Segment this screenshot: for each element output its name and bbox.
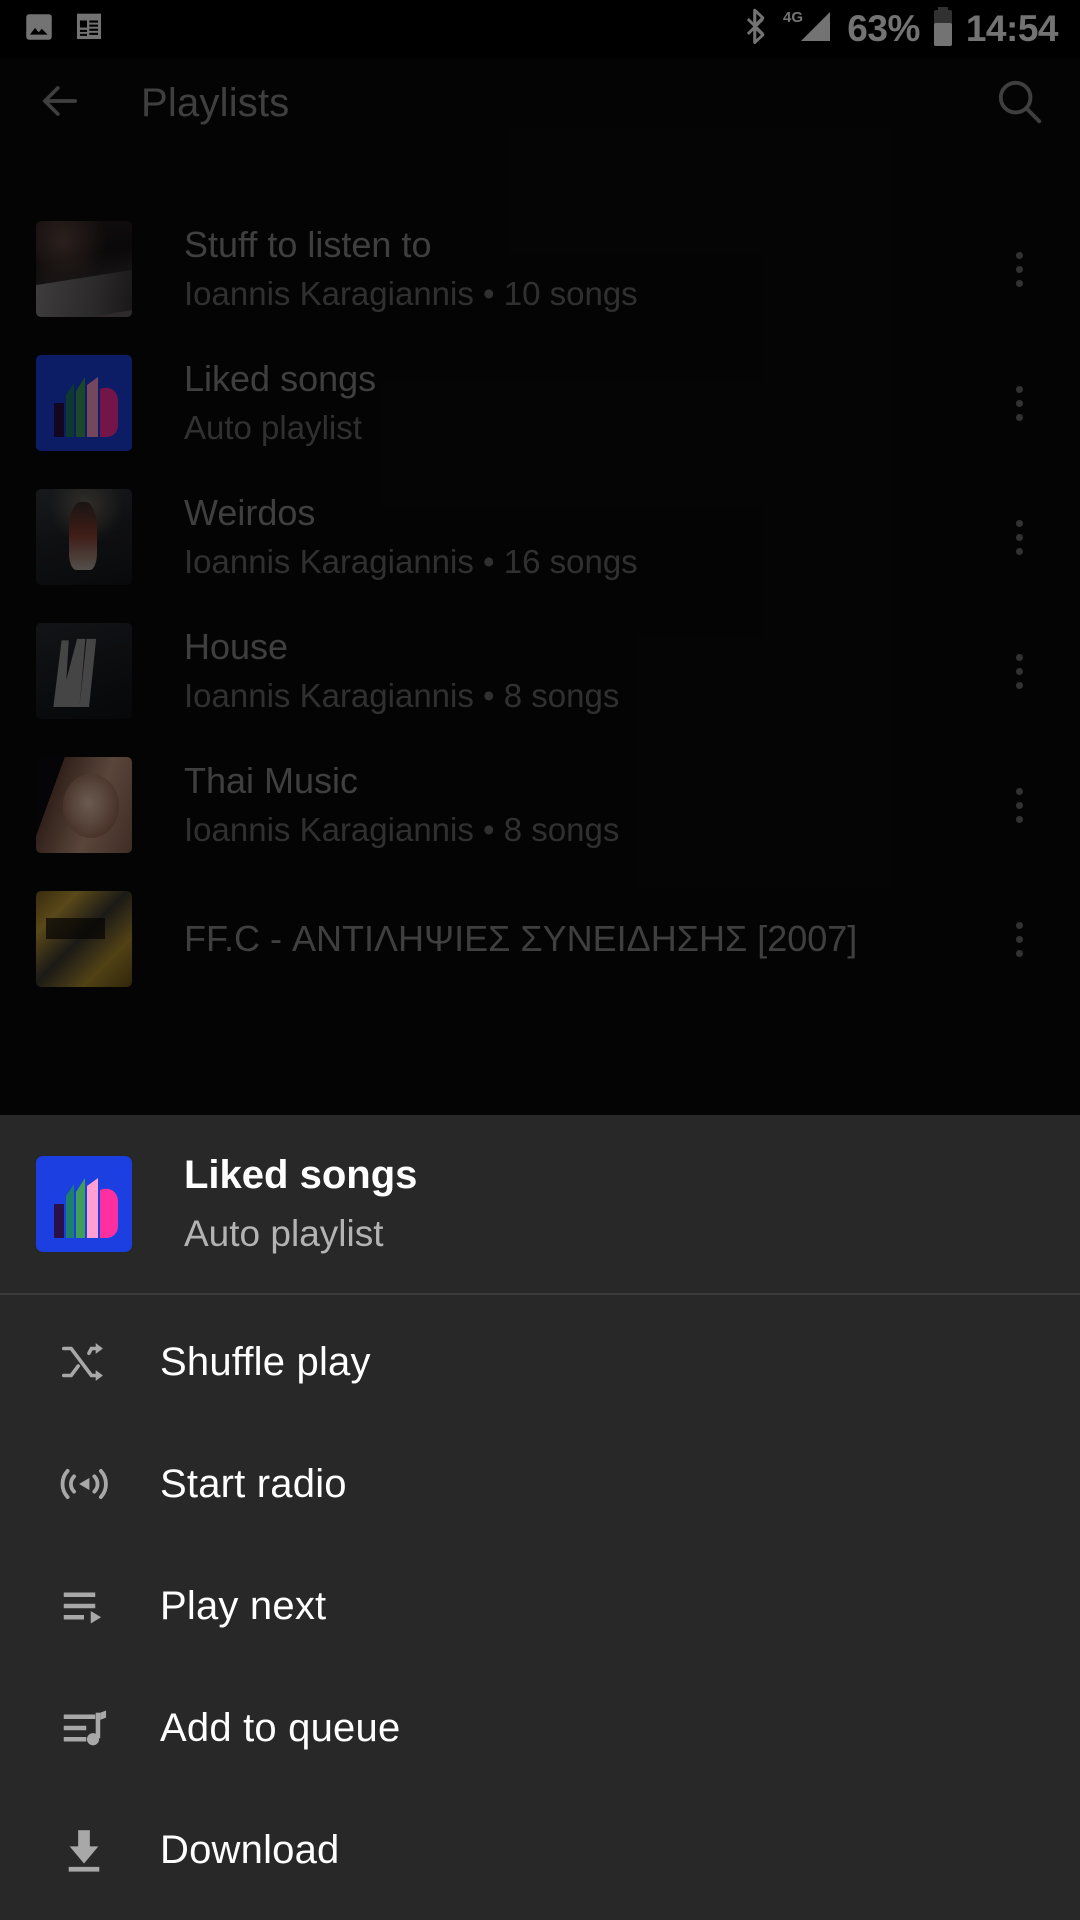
bottom-sheet-header-text: Liked songs Auto playlist bbox=[184, 1151, 417, 1257]
menu-item-play-next[interactable]: Play next bbox=[0, 1545, 1080, 1667]
list-item[interactable]: FF.C - ΑΝΤΙΛΗΨΙΕΣ ΣΥΝΕΙΔΗΣΗΣ [2007] bbox=[0, 872, 1080, 1006]
more-vertical-icon[interactable] bbox=[986, 385, 1052, 421]
playlist-list[interactable]: Stuff to listen to Ioannis Karagiannis •… bbox=[0, 148, 1080, 1148]
playlist-title: Liked songs bbox=[184, 357, 377, 399]
list-item-text: House Ioannis Karagiannis • 8 songs bbox=[184, 625, 986, 718]
shuffle-icon bbox=[36, 1335, 132, 1389]
more-vertical-icon[interactable] bbox=[986, 519, 1052, 555]
more-vertical-icon[interactable] bbox=[986, 251, 1052, 287]
playlist-thumbnail bbox=[36, 355, 132, 451]
battery-icon bbox=[930, 6, 956, 53]
bottom-sheet-header: Liked songs Auto playlist bbox=[0, 1115, 1080, 1293]
image-icon bbox=[22, 10, 56, 49]
playlist-subtitle: Ioannis Karagiannis • 16 songs bbox=[184, 542, 638, 580]
list-item-text: FF.C - ΑΝΤΙΛΗΨΙΕΣ ΣΥΝΕΙΔΗΣΗΣ [2007] bbox=[184, 917, 986, 961]
playlist-subtitle: Ioannis Karagiannis • 8 songs bbox=[184, 810, 620, 848]
list-item-text: Thai Music Ioannis Karagiannis • 8 songs bbox=[184, 759, 986, 852]
svg-text:4G: 4G bbox=[783, 9, 803, 26]
arrow-back-icon[interactable] bbox=[34, 75, 86, 132]
list-item-text: Liked songs Auto playlist bbox=[184, 357, 986, 450]
list-item[interactable]: Thai Music Ioannis Karagiannis • 8 songs bbox=[0, 738, 1080, 872]
status-bar-right-icons: 4G 63% 14:54 bbox=[741, 6, 1059, 53]
playlist-thumbnail bbox=[36, 623, 132, 719]
menu-item-label: Shuffle play bbox=[160, 1339, 371, 1384]
playlist-title: House bbox=[184, 625, 289, 667]
menu-item-download[interactable]: Download bbox=[0, 1789, 1080, 1911]
list-item-text: Weirdos Ioannis Karagiannis • 16 songs bbox=[184, 491, 986, 584]
playlist-title: Thai Music bbox=[184, 759, 359, 801]
list-item[interactable]: House Ioannis Karagiannis • 8 songs bbox=[0, 604, 1080, 738]
battery-percent-label: 63% bbox=[847, 8, 920, 49]
bottom-sheet-subtitle: Auto playlist bbox=[184, 1212, 384, 1254]
playlist-title: FF.C - ΑΝΤΙΛΗΨΙΕΣ ΣΥΝΕΙΔΗΣΗΣ [2007] bbox=[184, 918, 858, 960]
signal-4g-icon: 4G bbox=[781, 7, 837, 52]
clock-label: 14:54 bbox=[965, 8, 1059, 49]
menu-item-label: Download bbox=[160, 1827, 340, 1872]
add-to-queue-icon bbox=[36, 1701, 132, 1755]
app-toolbar: Playlists bbox=[0, 58, 1080, 148]
list-item[interactable]: Stuff to listen to Ioannis Karagiannis •… bbox=[0, 202, 1080, 336]
more-vertical-icon[interactable] bbox=[986, 787, 1052, 823]
playlist-thumbnail bbox=[36, 891, 132, 987]
bluetooth-icon bbox=[741, 8, 771, 51]
playlist-subtitle: Ioannis Karagiannis • 8 songs bbox=[184, 676, 620, 714]
list-item[interactable]: Weirdos Ioannis Karagiannis • 16 songs bbox=[0, 470, 1080, 604]
playlist-title: Stuff to listen to bbox=[184, 223, 432, 265]
phone-screen: 4G 63% 14:54 Playlists Stuff to listen t… bbox=[0, 0, 1080, 1920]
notes-icon bbox=[72, 10, 106, 49]
playlist-thumbnail bbox=[36, 489, 132, 585]
list-item[interactable]: Liked songs Auto playlist bbox=[0, 336, 1080, 470]
menu-item-label: Add to queue bbox=[160, 1705, 401, 1750]
play-next-icon bbox=[36, 1579, 132, 1633]
list-item-text: Stuff to listen to Ioannis Karagiannis •… bbox=[184, 223, 986, 316]
status-bar-left-icons bbox=[22, 10, 106, 49]
menu-item-label: Start radio bbox=[160, 1461, 347, 1506]
more-vertical-icon[interactable] bbox=[986, 921, 1052, 957]
playlist-thumbnail bbox=[36, 221, 132, 317]
bottom-sheet-title: Liked songs bbox=[184, 1152, 418, 1197]
menu-item-add-to-queue[interactable]: Add to queue bbox=[0, 1667, 1080, 1789]
download-icon bbox=[36, 1823, 132, 1877]
playlist-subtitle: Ioannis Karagiannis • 10 songs bbox=[184, 274, 638, 312]
playlist-subtitle: Auto playlist bbox=[184, 408, 362, 446]
search-icon[interactable] bbox=[992, 74, 1046, 133]
playlist-thumbnail bbox=[36, 1156, 132, 1252]
menu-item-shuffle-play[interactable]: Shuffle play bbox=[0, 1301, 1080, 1423]
radio-broadcast-icon bbox=[36, 1457, 132, 1511]
playlist-options-bottom-sheet: Liked songs Auto playlist Shuffle play S… bbox=[0, 1115, 1080, 1920]
menu-item-start-radio[interactable]: Start radio bbox=[0, 1423, 1080, 1545]
status-bar: 4G 63% 14:54 bbox=[0, 0, 1080, 58]
page-title: Playlists bbox=[141, 80, 290, 125]
menu-item-label: Play next bbox=[160, 1583, 327, 1628]
bottom-sheet-menu: Shuffle play Start radio Play next Add t… bbox=[0, 1295, 1080, 1911]
playlist-thumbnail bbox=[36, 757, 132, 853]
playlist-title: Weirdos bbox=[184, 491, 316, 533]
more-vertical-icon[interactable] bbox=[986, 653, 1052, 689]
